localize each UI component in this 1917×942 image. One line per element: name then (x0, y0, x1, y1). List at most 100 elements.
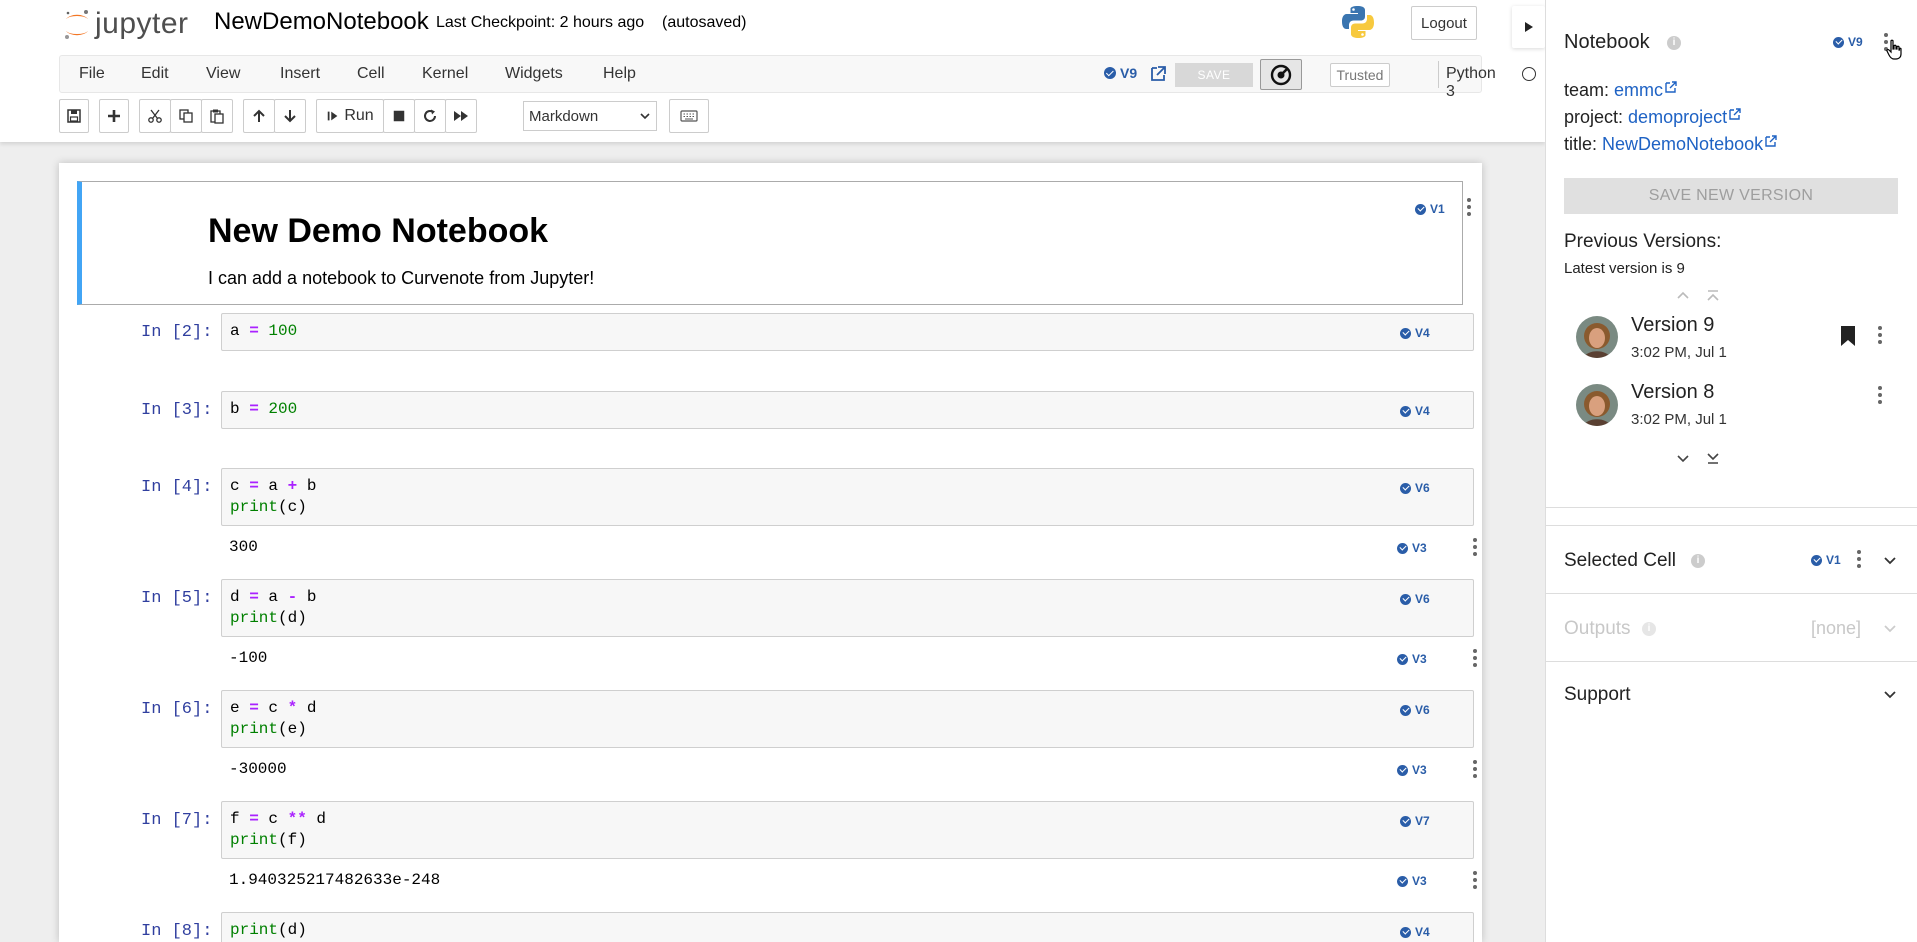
save-new-version-button[interactable]: SAVE NEW VERSION (1564, 178, 1898, 214)
chevron-double-down-icon[interactable] (1705, 450, 1721, 466)
cell-menu-icon[interactable] (1481, 477, 1482, 499)
output-menu-icon[interactable] (1472, 538, 1478, 560)
paste-button[interactable] (201, 99, 233, 133)
external-link-icon[interactable] (1148, 64, 1168, 84)
restart-run-all-button[interactable] (445, 99, 477, 133)
notebook-version-label: V9 (1120, 65, 1138, 81)
chevron-down-icon[interactable] (1675, 450, 1691, 466)
info-icon[interactable]: i (1667, 36, 1681, 50)
cell-menu-icon[interactable] (1481, 322, 1482, 344)
cell-version-badge[interactable]: V7 (1400, 814, 1430, 828)
run-button[interactable]: Run (316, 99, 384, 133)
chevron-down-icon[interactable] (1882, 686, 1898, 702)
external-link-icon[interactable] (1728, 107, 1742, 121)
cell-version-badge[interactable]: V4 (1400, 925, 1430, 939)
chevron-up-icon[interactable] (1675, 288, 1691, 304)
title-link[interactable]: NewDemoNotebook (1602, 134, 1763, 154)
notebook-name[interactable]: NewDemoNotebook (214, 8, 429, 36)
output-version-badge[interactable]: V3 (1397, 652, 1427, 666)
panel-toggle-button[interactable] (1512, 6, 1545, 48)
check-circle-icon (1400, 482, 1411, 494)
team-link[interactable]: emmc (1614, 80, 1663, 100)
menu-file[interactable]: File (79, 65, 105, 83)
menu-cell[interactable]: Cell (357, 65, 385, 83)
logout-button[interactable]: Logout (1411, 6, 1477, 40)
move-down-button[interactable] (274, 99, 306, 133)
keyboard-icon (680, 110, 698, 122)
chevron-double-up-icon[interactable] (1705, 288, 1721, 304)
code-builtin: print (230, 831, 279, 849)
kernel-idle-indicator-icon (1522, 67, 1536, 81)
menu-insert[interactable]: Insert (280, 65, 320, 83)
interrupt-button[interactable] (383, 99, 415, 133)
menu-widgets[interactable]: Widgets (505, 65, 563, 83)
code-input[interactable]: e = c * d print(e) V6 (221, 690, 1474, 748)
panel-version-badge[interactable]: V9 (1833, 35, 1863, 49)
output-menu-icon[interactable] (1472, 649, 1478, 671)
version-menu-icon[interactable] (1877, 386, 1883, 408)
code-cell[interactable]: In [5]: d = a - b print(d) V6 -100 V3 (77, 579, 1477, 679)
cell-type-select[interactable]: Markdown (523, 101, 657, 131)
code-cell[interactable]: In [8]: print(d) V4 (77, 912, 1474, 942)
cell-menu-icon[interactable] (1481, 400, 1482, 422)
info-icon[interactable]: i (1691, 554, 1705, 568)
code-cell[interactable]: In [2]: a = 100 V4 (77, 313, 1474, 373)
output-version-badge[interactable]: V3 (1397, 763, 1427, 777)
cell-menu-icon[interactable] (1466, 198, 1472, 220)
notebook-version-badge[interactable]: V9 (1104, 65, 1137, 81)
code-input[interactable]: d = a - b print(d) V6 (221, 579, 1474, 637)
cell-version-badge[interactable]: V4 (1400, 326, 1430, 340)
command-palette-button[interactable] (669, 99, 709, 133)
menu-view[interactable]: View (206, 65, 240, 83)
output-version-badge[interactable]: V3 (1397, 874, 1427, 888)
curvenote-button[interactable] (1260, 59, 1302, 90)
menu-kernel[interactable]: Kernel (422, 65, 468, 83)
code-cell[interactable]: In [7]: f = c ** d print(f) V7 1.9403252… (77, 801, 1477, 901)
code-input[interactable]: f = c ** d print(f) V7 (221, 801, 1474, 859)
code-cell[interactable]: In [6]: e = c * d print(e) V6 -30000 V3 (77, 690, 1477, 790)
cell-menu-icon[interactable] (1481, 588, 1482, 610)
cell-menu-icon[interactable] (1481, 699, 1482, 721)
output-menu-icon[interactable] (1472, 871, 1478, 893)
check-circle-icon (1400, 327, 1411, 339)
menu-edit[interactable]: Edit (141, 65, 169, 83)
code-number: 100 (268, 322, 298, 340)
markdown-cell[interactable]: New Demo Notebook I can add a notebook t… (77, 181, 1471, 305)
code-cell[interactable]: In [3]: b = 200 V4 (77, 391, 1474, 451)
external-link-icon[interactable] (1764, 134, 1778, 148)
copy-button[interactable] (170, 99, 202, 133)
code-input[interactable]: c = a + b print(c) V6 (221, 468, 1474, 526)
version-menu-icon[interactable] (1877, 326, 1883, 348)
selected-cell-menu-icon[interactable] (1856, 550, 1862, 572)
output-version-badge[interactable]: V3 (1397, 541, 1427, 555)
save-button[interactable] (59, 99, 89, 133)
menu-help[interactable]: Help (603, 65, 636, 83)
cell-version-label: V6 (1415, 481, 1430, 495)
curvenote-save-button[interactable]: SAVE (1175, 63, 1253, 87)
chevron-down-icon[interactable] (1882, 552, 1898, 568)
output-menu-icon[interactable] (1472, 760, 1478, 782)
bookmark-icon[interactable] (1839, 325, 1857, 347)
support-title: Support (1564, 684, 1631, 705)
insert-cell-button[interactable] (99, 99, 129, 133)
external-link-icon[interactable] (1664, 80, 1678, 94)
cell-menu-icon[interactable] (1481, 921, 1482, 942)
cell-version-badge[interactable]: V6 (1400, 592, 1430, 606)
code-cell[interactable]: In [4]: c = a + b print(c) V6 300 V3 (77, 468, 1477, 568)
trusted-indicator[interactable]: Trusted (1330, 63, 1390, 87)
move-up-button[interactable] (243, 99, 275, 133)
cell-version-badge[interactable]: V4 (1400, 404, 1430, 418)
cell-version-badge[interactable]: V6 (1400, 703, 1430, 717)
cell-version-badge[interactable]: V1 (1415, 202, 1445, 216)
jupyter-logo[interactable]: jupyter (62, 6, 189, 42)
cell-version-badge[interactable]: V6 (1400, 481, 1430, 495)
code-input[interactable]: b = 200 V4 (221, 391, 1474, 429)
project-link[interactable]: demoproject (1628, 107, 1727, 127)
cell-output: 300 (229, 538, 258, 556)
selected-cell-version-badge[interactable]: V1 (1811, 553, 1841, 567)
code-input[interactable]: a = 100 V4 (221, 313, 1474, 351)
code-input[interactable]: print(d) V4 (221, 912, 1474, 942)
restart-button[interactable] (414, 99, 446, 133)
cell-menu-icon[interactable] (1481, 810, 1482, 832)
cut-button[interactable] (139, 99, 171, 133)
